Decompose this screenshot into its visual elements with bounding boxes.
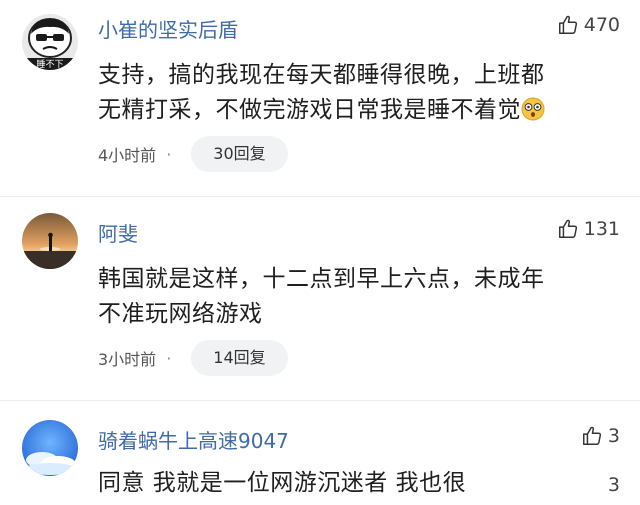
like-button[interactable]: 3	[581, 425, 620, 447]
like-count: 3	[607, 425, 620, 447]
side-count: 3	[607, 474, 620, 496]
sky-avatar-icon	[22, 420, 78, 476]
thumbs-up-icon	[582, 426, 601, 445]
username[interactable]: 骑着蜗牛上高速9047	[98, 425, 289, 454]
avatar[interactable]	[22, 420, 78, 476]
comment-text: 同意 我就是一位网游沉迷者 我也很	[98, 466, 613, 501]
comment-item: 骑着蜗牛上高速9047 3 同意 我就是一位网游沉迷者 我也很 3	[0, 0, 640, 505]
comment-text-line: 同意 我就是一位网游沉迷者 我也很	[98, 470, 467, 496]
